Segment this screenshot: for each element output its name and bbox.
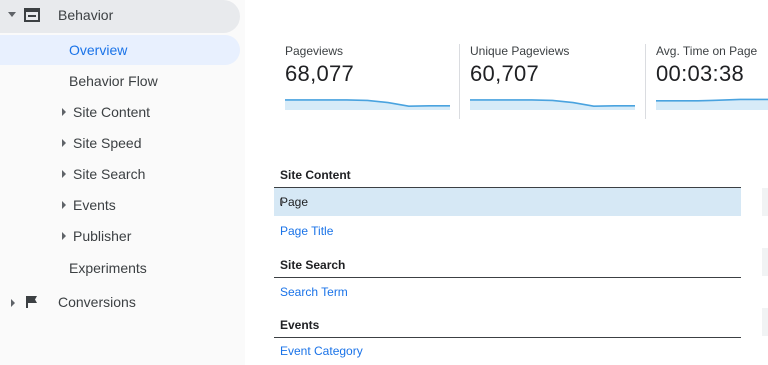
row-page-selected[interactable]: Page	[274, 188, 741, 216]
nav-publisher[interactable]: Publisher	[62, 226, 131, 246]
row-label: Page	[280, 195, 309, 209]
nav-site-content[interactable]: Site Content	[62, 102, 150, 122]
nav-behavior[interactable]: Behavior	[0, 0, 240, 33]
nav-experiments[interactable]: Experiments	[69, 258, 147, 278]
flag-icon	[26, 296, 37, 308]
nav-events[interactable]: Events	[62, 195, 116, 215]
right-panel-edge	[762, 248, 768, 276]
metric-label: Pageviews	[285, 44, 344, 58]
link-event-category[interactable]: Event Category	[280, 344, 363, 358]
metric-avg-time-on-page[interactable]: Avg. Time on Page 00:03:38	[656, 44, 768, 119]
nav-publisher-label: Publisher	[73, 228, 132, 244]
sidebar: Behavior Overview Behavior Flow Site Con…	[0, 0, 245, 365]
nav-site-content-label: Site Content	[73, 104, 151, 120]
caret-right-icon	[280, 198, 284, 206]
caret-right-icon	[62, 139, 66, 148]
metric-value: 00:03:38	[656, 61, 745, 86]
nav-overview[interactable]: Overview	[69, 40, 127, 60]
sparkline-chart	[656, 98, 768, 110]
caret-right-icon	[62, 232, 66, 241]
nav-site-speed[interactable]: Site Speed	[62, 133, 142, 153]
sparkline-chart	[285, 99, 450, 110]
nav-behavior-label: Behavior	[58, 7, 114, 23]
metric-label: Avg. Time on Page	[656, 44, 758, 58]
sparkline-area	[285, 99, 450, 110]
right-panel-edge	[762, 188, 768, 216]
metric-unique-pageviews[interactable]: Unique Pageviews 60,707	[470, 44, 635, 119]
caret-right-icon[interactable]	[11, 299, 15, 307]
metric-value: 60,707	[470, 61, 540, 86]
nav-site-search[interactable]: Site Search	[62, 164, 145, 184]
nav-site-search-label: Site Search	[73, 166, 146, 182]
metric-divider	[459, 44, 460, 119]
section-title: Site Search	[280, 258, 346, 272]
right-panel-edge	[762, 308, 768, 336]
behavior-icon	[24, 8, 40, 22]
nav-conversions[interactable]: Conversions	[58, 294, 136, 310]
nav-behavior-flow[interactable]: Behavior Flow	[69, 71, 158, 91]
nav-events-label: Events	[73, 197, 116, 213]
caret-right-icon	[62, 201, 66, 210]
caret-down-icon	[8, 12, 16, 17]
nav-site-speed-label: Site Speed	[73, 135, 142, 151]
sparkline-area	[470, 99, 635, 110]
caret-right-icon	[62, 108, 66, 117]
caret-right-icon	[62, 170, 66, 179]
metric-value: 68,077	[285, 61, 355, 86]
section-header-site-content: Site Content	[274, 167, 741, 188]
link-search-term[interactable]: Search Term	[280, 285, 348, 299]
metric-label: Unique Pageviews	[470, 44, 570, 58]
metric-divider	[645, 44, 646, 119]
link-page-title[interactable]: Page Title	[280, 224, 333, 238]
metric-pageviews[interactable]: Pageviews 68,077	[285, 44, 450, 119]
section-header-events: Events	[274, 317, 741, 338]
section-title: Events	[280, 318, 320, 332]
section-title: Site Content	[280, 168, 351, 182]
section-header-site-search: Site Search	[274, 257, 741, 278]
sparkline-chart	[470, 99, 635, 110]
